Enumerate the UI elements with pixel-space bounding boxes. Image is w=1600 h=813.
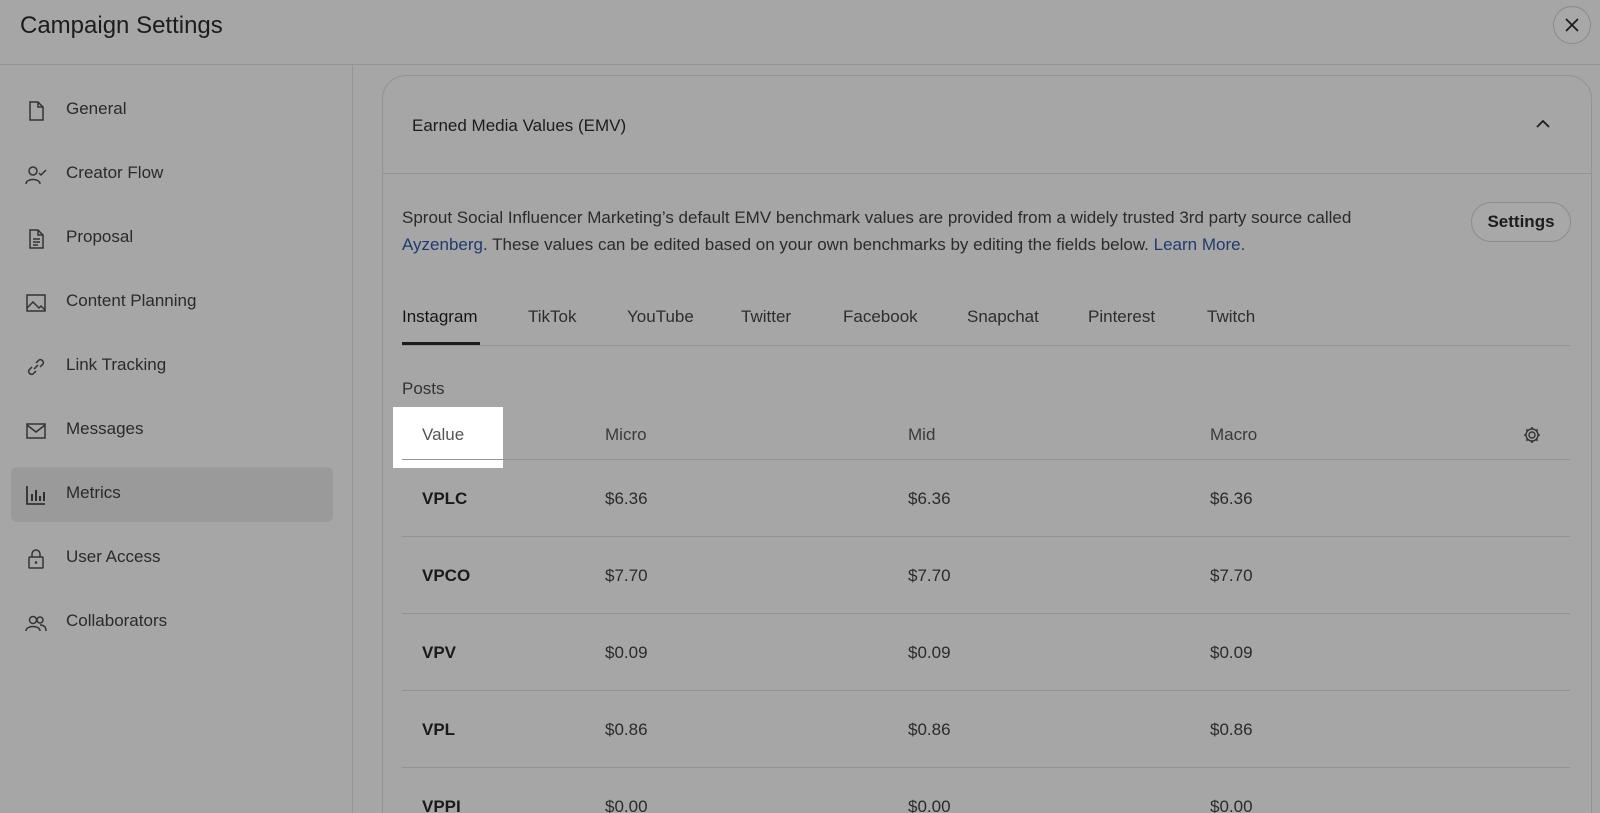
active-tab-indicator xyxy=(402,342,480,345)
mail-icon xyxy=(26,423,46,439)
mid-cell[interactable]: $0.09 xyxy=(908,643,951,663)
sidebar-item-messages[interactable]: Messages xyxy=(11,403,333,458)
user-check-icon xyxy=(25,166,47,185)
close-icon xyxy=(1565,18,1579,32)
tab-youtube[interactable]: YouTube xyxy=(627,307,694,327)
sidebar-item-label: Metrics xyxy=(66,483,121,502)
description-text: Sprout Social Influencer Marketing’s def… xyxy=(402,208,1352,227)
column-header-value[interactable]: Value xyxy=(422,425,464,445)
metric-cell: VPV xyxy=(422,643,457,662)
metric-cell: VPLC xyxy=(422,489,468,508)
users-icon xyxy=(25,615,47,632)
description-text: . These values can be edited based on yo… xyxy=(482,235,1154,254)
sidebar-item-label: Creator Flow xyxy=(66,163,164,182)
close-button[interactable] xyxy=(1553,6,1591,44)
row-divider xyxy=(402,536,1570,537)
tab-facebook[interactable]: Facebook xyxy=(843,307,918,327)
modal-title: Campaign Settings xyxy=(20,12,223,39)
micro-cell[interactable]: $0.00 xyxy=(605,797,648,813)
learn-more-link[interactable]: Learn More. xyxy=(1154,235,1246,254)
tab-instagram[interactable]: Instagram xyxy=(402,307,478,327)
sidebar-item-label: Messages xyxy=(66,419,144,438)
metric-cell: VPL xyxy=(422,720,456,739)
sidebar-item-collaborators[interactable]: Collaborators xyxy=(11,595,333,650)
image-icon xyxy=(26,294,46,312)
settings-button[interactable]: Settings xyxy=(1471,202,1571,242)
tab-twitter[interactable]: Twitter xyxy=(741,307,791,327)
bar-chart-icon xyxy=(26,486,45,505)
column-header-macro[interactable]: Macro xyxy=(1210,425,1257,445)
sidebar: General Creator Flow Proposal Content Pl… xyxy=(0,65,353,813)
metric-cell: VPPI xyxy=(422,797,461,813)
sidebar-item-creator-flow[interactable]: Creator Flow xyxy=(11,147,333,202)
sidebar-item-user-access[interactable]: User Access xyxy=(11,531,333,586)
tab-pinterest[interactable]: Pinterest xyxy=(1088,307,1155,327)
sidebar-item-metrics[interactable]: Metrics xyxy=(11,467,333,522)
sidebar-item-content-planning[interactable]: Content Planning xyxy=(11,275,333,330)
modal-header: Campaign Settings xyxy=(0,0,1600,65)
row-divider xyxy=(402,690,1570,691)
emv-card: Earned Media Values (EMV) xyxy=(382,75,1592,813)
row-divider xyxy=(402,767,1570,768)
section-description: Sprout Social Influencer Marketing’s def… xyxy=(402,204,1412,258)
sidebar-item-general[interactable]: General xyxy=(11,83,333,138)
mid-cell[interactable]: $7.70 xyxy=(908,566,951,586)
section-title: Earned Media Values (EMV) xyxy=(412,116,627,135)
link-icon xyxy=(27,358,45,376)
column-header-mid[interactable]: Mid xyxy=(908,425,935,445)
sidebar-item-label: Proposal xyxy=(66,227,134,246)
sidebar-item-link-tracking[interactable]: Link Tracking xyxy=(11,339,333,394)
macro-cell[interactable]: $0.09 xyxy=(1210,643,1253,663)
sidebar-item-label: Collaborators xyxy=(66,611,168,630)
posts-label: Posts xyxy=(402,379,445,398)
sidebar-item-label: Content Planning xyxy=(66,291,197,310)
tab-snapchat[interactable]: Snapchat xyxy=(967,307,1039,327)
ayzenberg-link[interactable]: Ayzenberg xyxy=(402,235,483,254)
sidebar-item-label: Link Tracking xyxy=(66,355,167,374)
mid-cell[interactable]: $0.00 xyxy=(908,797,951,813)
micro-cell[interactable]: $7.70 xyxy=(605,566,648,586)
row-divider xyxy=(402,459,1570,460)
accordion-header[interactable]: Earned Media Values (EMV) xyxy=(383,76,1591,174)
micro-cell[interactable]: $0.09 xyxy=(605,643,648,663)
mid-cell[interactable]: $0.86 xyxy=(908,720,951,740)
metric-cell: VPCO xyxy=(422,566,471,585)
sidebar-item-label: General xyxy=(66,99,127,118)
macro-cell[interactable]: $6.36 xyxy=(1210,489,1253,509)
gear-icon[interactable] xyxy=(1522,425,1542,445)
file-text-icon xyxy=(29,229,44,249)
sidebar-item-proposal[interactable]: Proposal xyxy=(11,211,333,266)
column-header-micro[interactable]: Micro xyxy=(605,425,647,445)
chevron-up-icon[interactable] xyxy=(1533,114,1553,134)
platform-tabs: Instagram TikTok YouTube Twitter Faceboo… xyxy=(402,300,1570,346)
micro-cell[interactable]: $0.86 xyxy=(605,720,648,740)
macro-cell[interactable]: $0.00 xyxy=(1210,797,1253,813)
macro-cell[interactable]: $7.70 xyxy=(1210,566,1253,586)
mid-cell[interactable]: $6.36 xyxy=(908,489,951,509)
document-icon xyxy=(29,101,44,121)
tab-tiktok[interactable]: TikTok xyxy=(528,307,577,327)
lock-icon xyxy=(28,549,44,569)
tab-twitch[interactable]: Twitch xyxy=(1207,307,1255,327)
micro-cell[interactable]: $6.36 xyxy=(605,489,648,509)
macro-cell[interactable]: $0.86 xyxy=(1210,720,1253,740)
sidebar-item-label: User Access xyxy=(66,547,161,566)
row-divider xyxy=(402,613,1570,614)
